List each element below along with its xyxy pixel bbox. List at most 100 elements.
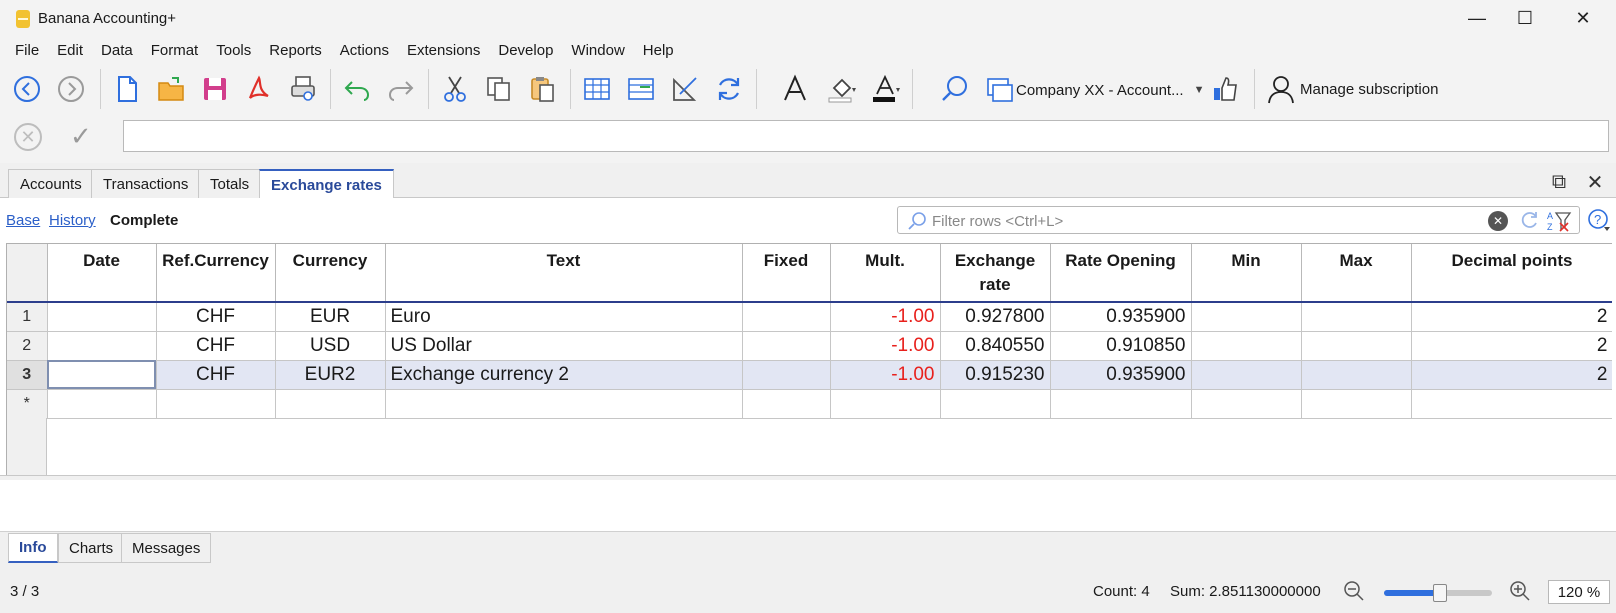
cell-ref-currency[interactable]: CHF bbox=[156, 331, 276, 361]
pdf-icon[interactable] bbox=[240, 71, 278, 107]
cell-edit-field[interactable] bbox=[123, 120, 1609, 152]
copy-icon[interactable] bbox=[480, 71, 518, 107]
cell-empty[interactable] bbox=[275, 389, 386, 419]
cell-date-current[interactable] bbox=[47, 360, 157, 390]
cell-min[interactable] bbox=[1191, 302, 1302, 332]
cell-text[interactable]: US Dollar bbox=[385, 331, 743, 361]
cell-currency[interactable]: EUR bbox=[275, 302, 386, 332]
manage-subscription-button[interactable]: Manage subscription bbox=[1266, 75, 1438, 104]
view-base-link[interactable]: Base bbox=[6, 212, 40, 229]
tab-transactions[interactable]: Transactions bbox=[91, 169, 201, 198]
column-header-date[interactable]: Date bbox=[47, 244, 157, 303]
chevron-down-icon[interactable]: ▼ bbox=[1194, 84, 1205, 96]
cell-max[interactable] bbox=[1301, 331, 1412, 361]
panel-splitter[interactable] bbox=[0, 475, 1616, 480]
menu-edit[interactable]: Edit bbox=[48, 42, 92, 59]
refresh-filter-icon[interactable] bbox=[1518, 209, 1540, 231]
column-header-text[interactable]: Text bbox=[385, 244, 743, 303]
font-icon[interactable] bbox=[776, 71, 814, 107]
tab-accounts[interactable]: Accounts bbox=[8, 169, 94, 198]
table-row[interactable]: 1 CHF EUR Euro -1.00 0.927800 0.935900 2 bbox=[7, 302, 1612, 332]
insert-row-icon[interactable] bbox=[578, 71, 616, 107]
cell-mult[interactable]: -1.00 bbox=[830, 302, 941, 332]
cell-empty[interactable] bbox=[742, 389, 831, 419]
cell-ref-currency[interactable]: CHF bbox=[156, 360, 276, 390]
cell-empty[interactable] bbox=[47, 389, 157, 419]
cell-min[interactable] bbox=[1191, 331, 1302, 361]
cell-decimal-points[interactable]: 2 bbox=[1411, 331, 1612, 361]
cell-currency[interactable]: USD bbox=[275, 331, 386, 361]
menu-window[interactable]: Window bbox=[562, 42, 633, 59]
row-number[interactable]: 2 bbox=[7, 331, 48, 361]
cell-max[interactable] bbox=[1301, 302, 1412, 332]
cut-icon[interactable] bbox=[436, 71, 474, 107]
table-row[interactable]: 2 CHF USD US Dollar -1.00 0.840550 0.910… bbox=[7, 331, 1612, 361]
confirm-edit-icon[interactable]: ✓ bbox=[70, 121, 92, 152]
zoom-out-icon[interactable] bbox=[1342, 579, 1366, 603]
clear-filter-icon[interactable]: ✕ bbox=[1488, 211, 1508, 231]
view-history-link[interactable]: History bbox=[49, 212, 96, 229]
row-number[interactable]: 1 bbox=[7, 302, 48, 332]
row-number[interactable]: 3 bbox=[7, 360, 48, 390]
cell-fixed[interactable] bbox=[742, 302, 831, 332]
close-tab-icon[interactable]: ✕ bbox=[1582, 169, 1608, 195]
column-header-mult[interactable]: Mult. bbox=[830, 244, 941, 303]
cell-date[interactable] bbox=[47, 331, 157, 361]
table-row-selected[interactable]: 3 CHF EUR2 Exchange currency 2 -1.00 0.9… bbox=[7, 360, 1612, 390]
cell-empty[interactable] bbox=[1191, 389, 1302, 419]
zoom-level[interactable]: 120 % bbox=[1548, 580, 1610, 604]
cell-date[interactable] bbox=[47, 302, 157, 332]
close-icon[interactable]: ✕ bbox=[1554, 0, 1612, 37]
cell-empty[interactable] bbox=[1050, 389, 1192, 419]
new-file-icon[interactable] bbox=[108, 71, 146, 107]
zoom-slider[interactable] bbox=[1384, 584, 1492, 602]
menu-actions[interactable]: Actions bbox=[331, 42, 398, 59]
help-icon[interactable]: ? bbox=[1587, 208, 1611, 232]
cell-min[interactable] bbox=[1191, 360, 1302, 390]
cell-exchange-rate[interactable]: 0.840550 bbox=[940, 331, 1051, 361]
tab-totals[interactable]: Totals bbox=[198, 169, 262, 198]
maximize-icon[interactable]: ☐ bbox=[1496, 0, 1554, 37]
tab-charts[interactable]: Charts bbox=[58, 533, 125, 563]
cell-rate-opening[interactable]: 0.910850 bbox=[1050, 331, 1192, 361]
view-complete-current[interactable]: Complete bbox=[110, 212, 178, 229]
cell-exchange-rate[interactable]: 0.915230 bbox=[940, 360, 1051, 390]
zoom-slider-thumb[interactable] bbox=[1433, 584, 1448, 602]
triangle-ruler-icon[interactable] bbox=[666, 71, 704, 107]
font-color-icon[interactable] bbox=[866, 71, 904, 107]
menu-extensions[interactable]: Extensions bbox=[398, 42, 489, 59]
column-header-decimal-points[interactable]: Decimal points bbox=[1411, 244, 1612, 303]
column-header-max[interactable]: Max bbox=[1301, 244, 1412, 303]
print-preview-icon[interactable] bbox=[284, 71, 322, 107]
new-row[interactable]: * bbox=[7, 389, 1612, 419]
redo-icon[interactable] bbox=[382, 71, 420, 107]
cell-max[interactable] bbox=[1301, 360, 1412, 390]
like-icon[interactable] bbox=[1206, 71, 1244, 107]
cell-empty[interactable] bbox=[1301, 389, 1412, 419]
menu-tools[interactable]: Tools bbox=[207, 42, 260, 59]
menu-data[interactable]: Data bbox=[92, 42, 142, 59]
paste-icon[interactable] bbox=[524, 71, 562, 107]
column-header-min[interactable]: Min bbox=[1191, 244, 1302, 303]
cell-decimal-points[interactable]: 2 bbox=[1411, 360, 1612, 390]
menu-help[interactable]: Help bbox=[634, 42, 683, 59]
restore-window-icon[interactable]: ⧉ bbox=[1546, 169, 1572, 195]
cell-empty[interactable] bbox=[1411, 389, 1612, 419]
cell-empty[interactable] bbox=[385, 389, 743, 419]
menu-file[interactable]: File bbox=[6, 42, 48, 59]
fill-color-icon[interactable] bbox=[822, 71, 860, 107]
save-icon[interactable] bbox=[196, 71, 234, 107]
cell-mult[interactable]: -1.00 bbox=[830, 331, 941, 361]
zoom-in-icon[interactable] bbox=[1508, 579, 1532, 603]
cell-rate-opening[interactable]: 0.935900 bbox=[1050, 360, 1192, 390]
cell-text[interactable]: Euro bbox=[385, 302, 743, 332]
cell-decimal-points[interactable]: 2 bbox=[1411, 302, 1612, 332]
tab-info[interactable]: Info bbox=[8, 533, 58, 563]
cell-fixed[interactable] bbox=[742, 331, 831, 361]
filter-rows-input[interactable] bbox=[932, 211, 1432, 231]
column-header-currency[interactable]: Currency bbox=[275, 244, 386, 303]
cancel-edit-icon[interactable]: ✕ bbox=[14, 123, 42, 151]
back-icon[interactable] bbox=[8, 71, 46, 107]
column-header-fixed[interactable]: Fixed bbox=[742, 244, 831, 303]
cell-empty[interactable] bbox=[940, 389, 1051, 419]
